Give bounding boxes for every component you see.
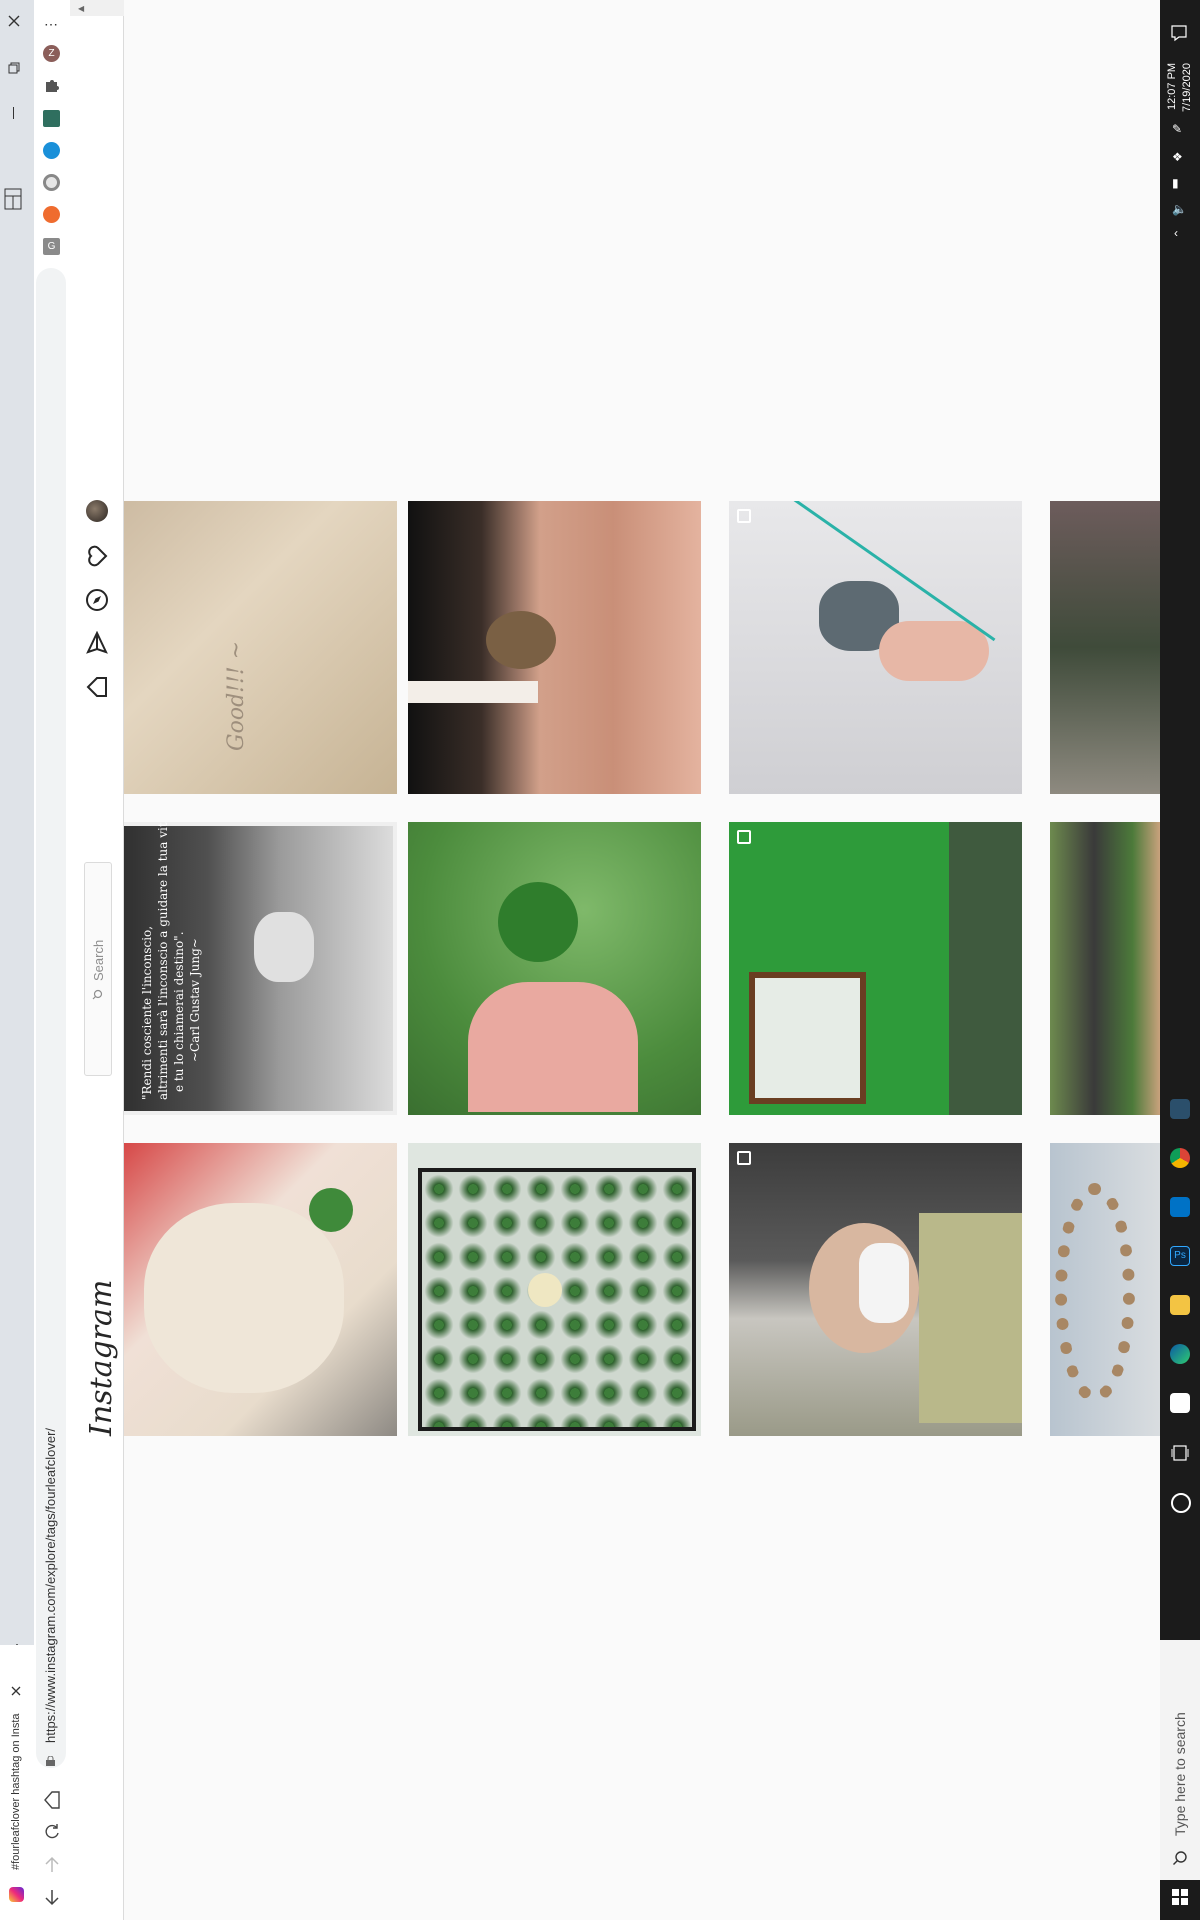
carousel-icon — [737, 830, 751, 844]
search-placeholder: Search — [91, 939, 106, 981]
post-dog-grass[interactable] — [1050, 822, 1160, 1115]
cortana-icon[interactable] — [1171, 1493, 1191, 1513]
fingers-shape — [879, 621, 989, 681]
tab-strip — [0, 0, 34, 1920]
home-icon[interactable] — [43, 1791, 61, 1809]
tab-title: #fourleafclover hashtag on Insta — [10, 1713, 22, 1870]
action-center-icon[interactable] — [1170, 24, 1188, 42]
browser-tab[interactable]: #fourleafclover hashtag on Insta — [0, 1645, 34, 1920]
beads-shape — [1055, 1183, 1135, 1403]
close-window-icon[interactable] — [6, 13, 22, 29]
post-crystal-rosary[interactable] — [729, 501, 1022, 794]
activity-heart-icon[interactable] — [85, 544, 109, 568]
taskbar-outlook-icon[interactable] — [1170, 1197, 1190, 1217]
scroll-left-arrow-icon[interactable]: ◀ — [78, 4, 84, 13]
scarf-shape — [919, 1213, 1022, 1423]
instagram-logo[interactable]: Instagram — [84, 1280, 119, 1436]
extension-photo-icon[interactable] — [43, 110, 60, 127]
taskbar-chrome-icon[interactable] — [1170, 1148, 1190, 1168]
window-shape — [749, 972, 866, 1104]
battery-icon[interactable]: ▮ — [1172, 176, 1179, 190]
handwritten-note-text: Good!!! ~ — [224, 640, 249, 751]
post-person-with-umbrella[interactable] — [729, 1143, 1022, 1436]
home-nav-icon[interactable] — [85, 675, 109, 699]
taskbar-search-icon — [1172, 1850, 1188, 1866]
posts-grid: Good!!! ~ "Rendi cosciente l'inconscio, … — [124, 0, 1160, 1920]
quote-line-2: altrimenti sarà l'inconscio a guidare la… — [156, 822, 170, 1100]
back-icon[interactable] — [43, 1888, 61, 1906]
clover-leaf — [498, 882, 578, 962]
pen-icon[interactable]: ✎ — [1172, 122, 1182, 136]
profile-avatar[interactable]: Z — [43, 45, 60, 62]
post-baby-mouse[interactable] — [408, 501, 701, 794]
reload-icon[interactable] — [43, 1823, 61, 1841]
windows-taskbar — [1160, 0, 1200, 1920]
post-green-room[interactable] — [729, 822, 1022, 1115]
instagram-favicon-icon — [9, 1887, 24, 1902]
post-handwritten-note[interactable]: Good!!! ~ — [124, 501, 397, 794]
url-text: https://www.instagram.com/explore/tags/f… — [43, 1427, 58, 1743]
windows-start-icon[interactable] — [1171, 1888, 1189, 1906]
taskbar-search-placeholder: Type here to search — [1172, 1712, 1188, 1836]
post-purple-clovers[interactable] — [1050, 501, 1160, 794]
hands-with-clover — [254, 912, 314, 982]
carousel-icon — [737, 1151, 751, 1165]
dropbox-icon[interactable]: ❖ — [1172, 150, 1183, 164]
extension-ring-icon[interactable] — [43, 174, 60, 191]
show-hidden-icons-icon[interactable]: ‹ — [1174, 226, 1178, 240]
carousel-icon — [737, 509, 751, 523]
post-dog-with-clover[interactable] — [124, 1143, 397, 1436]
hand-shape — [468, 982, 638, 1112]
search-icon — [92, 989, 103, 1000]
taskbar-search-box[interactable]: Type here to search — [1160, 1640, 1200, 1880]
forward-icon[interactable] — [43, 1856, 61, 1874]
tab-actions-icon[interactable] — [4, 188, 22, 210]
face-mask — [859, 1243, 909, 1323]
clover-leaf — [309, 1188, 353, 1232]
profile-avatar-nav[interactable] — [86, 500, 108, 522]
task-view-icon[interactable] — [1171, 1444, 1189, 1462]
direct-messages-icon[interactable] — [85, 631, 109, 655]
quote-line-1: "Rendi cosciente l'inconscio, — [140, 925, 154, 1100]
quote-line-3: e tu lo chiamerai destino". — [172, 931, 186, 1092]
extension-orange-icon[interactable] — [43, 206, 60, 223]
extensions-puzzle-icon[interactable] — [43, 77, 60, 94]
mouse-shape — [486, 611, 556, 669]
lock-icon — [45, 1756, 56, 1767]
search-input[interactable]: Search — [84, 862, 112, 1076]
clock-time[interactable]: 12:07 PM — [1166, 63, 1178, 110]
taskbar-edge-icon[interactable] — [1170, 1344, 1190, 1364]
post-wooden-beads[interactable] — [1050, 1143, 1160, 1436]
dog-head — [144, 1203, 344, 1393]
tab-close-icon[interactable] — [10, 1685, 22, 1697]
dropper-shape — [408, 681, 538, 703]
clock-date[interactable]: 7/19/2020 — [1181, 63, 1193, 112]
taskbar-app-settings-icon[interactable] — [1170, 1099, 1190, 1119]
wall-shadow — [949, 822, 1022, 1115]
post-clover-in-hand[interactable] — [408, 822, 701, 1115]
extension-g-icon[interactable]: G — [43, 238, 60, 255]
more-menu-icon[interactable]: ⋯ — [44, 16, 59, 33]
extension-blue-icon[interactable] — [43, 142, 60, 159]
pressed-clover — [528, 1273, 562, 1307]
taskbar-photoshop-icon[interactable]: Ps — [1170, 1246, 1190, 1266]
explore-compass-icon[interactable] — [85, 588, 109, 612]
restore-window-icon[interactable] — [7, 61, 21, 75]
quote-line-4: ~Carl Gustav Jung~ — [188, 938, 202, 1062]
volume-icon[interactable]: 🔈 — [1172, 202, 1187, 216]
taskbar-file-explorer-icon[interactable] — [1170, 1295, 1190, 1315]
address-bar[interactable]: https://www.instagram.com/explore/tags/f… — [36, 268, 66, 1768]
post-jung-quote[interactable]: "Rendi cosciente l'inconscio, altrimenti… — [124, 822, 397, 1115]
post-framed-clovers[interactable] — [408, 1143, 701, 1436]
taskbar-store-icon[interactable] — [1170, 1393, 1190, 1413]
minimize-window-icon[interactable] — [13, 107, 14, 119]
